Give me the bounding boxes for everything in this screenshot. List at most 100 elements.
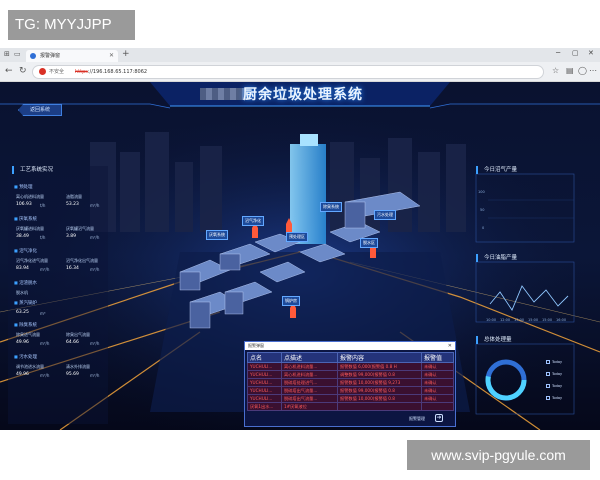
minimize-icon[interactable]: ─ — [556, 49, 560, 57]
metric-unit: m³/h — [40, 373, 50, 378]
axis-tick: 0 — [482, 226, 485, 230]
axis-tick: 16:00 — [556, 318, 567, 322]
metric-unit: m³ — [40, 311, 46, 316]
reload-icon[interactable]: ↻ — [19, 66, 27, 76]
table-row[interactable]: YUCHULI... 脱硫塔出气流量... 报警数值 10,000(报警值 0.… — [247, 394, 454, 403]
profile-icon[interactable]: ◯ — [578, 66, 587, 75]
close-icon[interactable]: ✕ — [448, 342, 452, 350]
section-label: 蒸汽锅炉 — [14, 300, 37, 306]
column-header[interactable]: 报警内容 — [337, 352, 422, 363]
building-label[interactable]: 沼气净化 — [242, 216, 264, 226]
close-window-icon[interactable]: ✕ — [588, 49, 594, 57]
bookmark-icon[interactable]: ☆ — [552, 66, 559, 75]
axis-tick: 15:00 — [542, 318, 553, 322]
table-cell — [421, 402, 454, 411]
table-cell — [337, 402, 422, 411]
metric-value: 63.25 — [16, 310, 29, 315]
address-bar[interactable]: 不安全 https://196.168.65.117:8062 — [32, 65, 544, 79]
table-cell: 报警数值 99,000(报警值 0.8 — [337, 386, 422, 395]
alarm-titlebar[interactable]: 报警弹窗 ✕ — [245, 342, 455, 350]
metric-unit: m³/h — [90, 203, 100, 208]
table-cell: YUCHULI... — [247, 394, 282, 403]
column-header[interactable]: 点名 — [247, 352, 282, 363]
table-cell: 脱硫塔出气流量... — [281, 386, 338, 395]
building-label[interactable]: 锅炉房 — [282, 296, 300, 306]
legend-item[interactable]: Today — [546, 384, 562, 388]
left-panel-title: 工艺系统实况 — [12, 166, 53, 174]
building-label[interactable]: 脱水区 — [360, 238, 378, 248]
metric-label: 清水外排流量 — [66, 364, 90, 369]
metric-unit: t/h — [40, 235, 46, 240]
column-header[interactable]: 点描述 — [281, 352, 338, 363]
checkbox-icon — [546, 384, 550, 388]
more-menu-icon[interactable]: ⋯ — [589, 66, 597, 75]
collections-icon[interactable]: ▤ — [566, 66, 574, 75]
back-to-system-button[interactable]: 返回系统 — [18, 104, 62, 116]
alarm-title: 报警弹窗 — [248, 343, 264, 348]
metric-label: 厌氧罐沼气流量 — [66, 226, 94, 231]
metric-label: 厌氧罐进料流量 — [16, 226, 44, 231]
tab-alarm[interactable]: 报警弹窗 ✕ — [26, 50, 118, 62]
legend-item[interactable]: Today — [546, 396, 562, 400]
metric-value: 83.94 — [16, 266, 29, 271]
table-cell: 脱硫塔处理进气... — [281, 378, 338, 387]
alarm-dialog: 报警弹窗 ✕ 点名 点描述 报警内容 报警值 YUCHULI... 离心机进料流… — [244, 341, 456, 427]
building-label[interactable]: 除臭系统 — [320, 202, 342, 212]
table-cell: 未确认 — [421, 386, 454, 395]
legend-item[interactable]: Today — [546, 372, 562, 376]
table-cell: 离心机进料流量... — [281, 370, 338, 379]
table-row[interactable]: YUCHULI... 离心机进料流量... 报警数值 6,000(报警值 0.8… — [247, 362, 454, 371]
biogas-chart-title: 今日沼气产量 — [476, 166, 517, 174]
building-label[interactable]: 厌氧系统 — [206, 230, 228, 240]
metric-value: 95.69 — [66, 372, 79, 377]
not-secure-icon — [39, 68, 46, 75]
building-label[interactable]: 预处理区 — [286, 232, 308, 242]
axis-tick: 50 — [480, 208, 485, 212]
metric-value: 53.23 — [66, 202, 79, 207]
metric-value: 38.49 — [16, 234, 29, 239]
browser-menu-icon[interactable]: ⊞ — [4, 50, 10, 58]
browser-chrome: ⊞ ▭ 报警弹窗 ✕ + ─ ▢ ✕ ← ↻ 不安全 https://196.1… — [0, 48, 600, 82]
tab-list-icon[interactable]: ▭ — [14, 50, 21, 58]
building-label[interactable]: 污水处理 — [374, 210, 396, 220]
metric-unit: m³/h — [40, 341, 50, 346]
metric-unit: t/h — [40, 203, 46, 208]
alarm-management-button[interactable]: 报警管理 — [409, 416, 425, 422]
section-label: 厌氧系统 — [14, 216, 37, 222]
table-cell: 报警数值 10,000(报警值 0.8 — [337, 394, 422, 403]
tab-close-icon[interactable]: ✕ — [109, 50, 114, 62]
axis-tick: 10:00 — [486, 318, 497, 322]
table-row[interactable]: 厌氧1出水... 1#厌氧液位 — [247, 402, 454, 411]
metric-unit: m³/h — [90, 235, 100, 240]
table-cell: YUCHULI... — [247, 386, 282, 395]
table-cell: 未确认 — [421, 370, 454, 379]
arrow-right-icon[interactable]: ➜ — [435, 414, 443, 422]
table-cell: YUCHULI... — [247, 378, 282, 387]
maximize-icon[interactable]: ▢ — [572, 49, 579, 57]
metric-unit: m³/h — [90, 373, 100, 378]
checkbox-icon — [546, 372, 550, 376]
column-header[interactable]: 报警值 — [421, 352, 454, 363]
table-cell: 未确认 — [421, 362, 454, 371]
table-cell: YUCHULI... — [247, 370, 282, 379]
metric-value: 16.34 — [66, 266, 79, 271]
metric-unit: m³/h — [40, 267, 50, 272]
table-row[interactable]: YUCHULI... 脱硫塔出气流量... 报警数值 99,000(报警值 0.… — [247, 386, 454, 395]
table-row[interactable]: YUCHULI... 脱硫塔处理进气... 报警数值 10,000(报警值 9,… — [247, 378, 454, 387]
alarm-table: 点名 点描述 报警内容 报警值 YUCHULI... 离心机进料流量... 报警… — [247, 352, 454, 411]
metric-unit: m³/h — [90, 341, 100, 346]
page-title: 厨余垃圾处理系统 — [243, 87, 363, 103]
tab-title: 报警弹窗 — [40, 53, 61, 59]
axis-tick: 12:00 — [500, 318, 511, 322]
axis-tick: 100 — [478, 190, 485, 194]
table-row[interactable]: YUCHULI... 离心机进料流量... 调整数值 99,000(报警值 0.… — [247, 370, 454, 379]
back-nav-icon[interactable]: ← — [5, 66, 13, 76]
metric-label: 除臭进气流量 — [16, 332, 40, 337]
not-secure-label: 不安全 — [49, 69, 65, 75]
table-cell: 报警数值 6,000(报警值 0.8 H — [337, 362, 422, 371]
metric-value: 64.66 — [66, 340, 79, 345]
new-tab-button[interactable]: + — [122, 49, 130, 59]
metric-value: 106.93 — [16, 202, 32, 207]
legend-item[interactable]: Today — [546, 360, 562, 364]
section-label: 污水处理 — [14, 354, 37, 360]
